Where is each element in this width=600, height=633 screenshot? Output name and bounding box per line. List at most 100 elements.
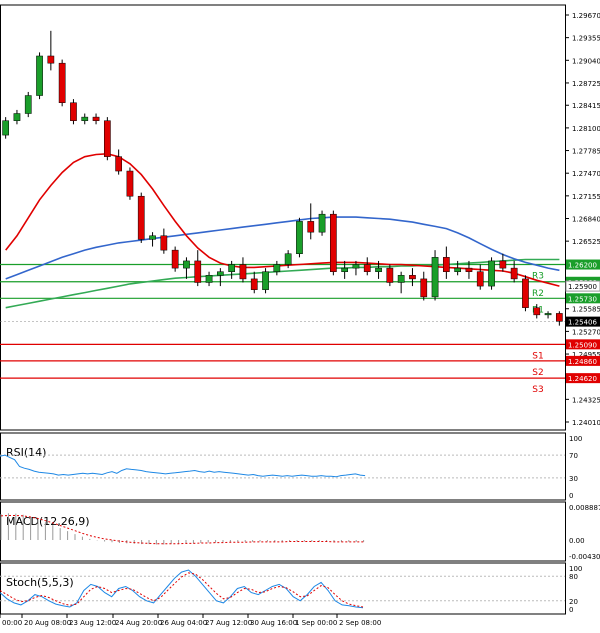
time-tick-label: 00:00 [2, 619, 22, 627]
price-tick-label: 1.28725 [572, 80, 600, 88]
candle-body [318, 213, 326, 233]
candle-body [510, 267, 518, 280]
candle-body [194, 260, 202, 283]
macd-plot-frame [0, 501, 566, 562]
time-tick-label: 2 Sep 08:00 [339, 619, 381, 627]
chart-stage: 1.29670 1.29355 1.29040 1.28725 1.28415 1.281… [0, 4, 600, 627]
level-name-s1: S1 [532, 351, 543, 361]
price-tick-label: 1.29355 [572, 35, 600, 43]
macd-tick-label: 0.008887 [569, 504, 600, 512]
price-tick-label: 1.29040 [572, 57, 600, 65]
candle-body [137, 195, 145, 240]
level-name-r2: R2 [532, 289, 544, 299]
candle-body [296, 221, 303, 254]
price-tick-label: 1.27470 [572, 170, 600, 178]
stoch-plot-frame [0, 562, 566, 615]
candle-body [476, 271, 484, 287]
stoch-title: Stoch(5,5,3) [6, 576, 74, 589]
level-price-label: 1.25730 [568, 295, 597, 303]
macd-tick-label: 0.00 [569, 537, 585, 545]
candle-body [465, 267, 473, 272]
price-panel: 1.29670 1.29355 1.29040 1.28725 1.28415 1.281… [0, 4, 600, 431]
rsi-tick-label: 70 [569, 452, 578, 460]
candle-body [250, 278, 258, 290]
candle-body [555, 313, 563, 322]
stoch-tick-label: 80 [569, 573, 578, 581]
candle-body [115, 156, 123, 172]
candle-body [454, 267, 462, 272]
level-price-label: 1.24620 [568, 375, 597, 383]
candle-body [171, 249, 179, 269]
candle-body [533, 307, 541, 316]
price-tick-label: 1.26840 [572, 216, 600, 224]
candle-body [81, 116, 89, 121]
candle-body [160, 235, 168, 251]
candle-body [149, 235, 156, 240]
level-name-s3: S3 [532, 385, 543, 395]
candle-body [228, 264, 236, 272]
price-tick-label: 1.27785 [572, 148, 600, 156]
candle-body [284, 253, 292, 265]
price-tick-label: 1.28415 [572, 102, 600, 110]
price-tick-label: 1.26525 [572, 238, 600, 246]
time-tick-label: 1 Sep 00:00 [295, 619, 337, 627]
candle-body [431, 257, 439, 298]
price-plot-frame [0, 4, 566, 431]
price-tick-label: 1.29670 [572, 12, 600, 20]
level-price-label: 1.25900 [568, 283, 597, 291]
stoch-tick-label: 20 [569, 598, 578, 606]
candle-body [239, 264, 247, 280]
candle-body [36, 55, 43, 96]
stoch-tick-label: 100 [569, 565, 582, 573]
level-price-label: 1.24860 [568, 358, 597, 366]
candle-body [442, 257, 450, 272]
candle-body [24, 95, 32, 114]
time-tick-label: 30 Aug 16:00 [250, 619, 297, 627]
price-tick-label: 1.24010 [572, 419, 600, 427]
candle-body [352, 264, 360, 269]
current-price-label: 1.25406 [568, 319, 597, 327]
candle-body [341, 267, 349, 272]
stoch-panel: Stoch(5,5,3) 10080 200 [0, 562, 582, 615]
rsi-title: RSI(14) [6, 446, 46, 459]
candle-body [262, 271, 269, 290]
price-tick-label: 1.24325 [572, 396, 600, 404]
candle-body [2, 120, 10, 136]
level-price-label: 1.26200 [568, 262, 597, 270]
level-name-s2: S2 [532, 368, 543, 378]
price-tick-label: 1.25270 [572, 328, 600, 336]
candle-body [488, 260, 495, 287]
time-tick-label: 20 Aug 08:00 [24, 619, 71, 627]
time-tick-label: 26 Aug 04:00 [160, 619, 207, 627]
candle-body [522, 278, 529, 308]
candle-body [363, 264, 371, 272]
candle-body [386, 267, 394, 283]
candle-body [13, 113, 21, 121]
candle-body [409, 275, 416, 280]
candle-body [420, 278, 428, 298]
rsi-panel: RSI(14) 100 70 30 0 [0, 432, 582, 501]
level-price-label: 1.25090 [568, 341, 597, 349]
candle-body [397, 275, 405, 283]
price-tick-label: 1.28100 [572, 125, 600, 133]
candle-body [307, 221, 315, 233]
macd-title: MACD(12,26,9) [6, 515, 90, 528]
candle-body [92, 116, 100, 121]
rsi-tick-label: 0 [569, 492, 573, 500]
stoch-tick-label: 0 [569, 606, 573, 614]
candle-body [126, 170, 134, 197]
candle-body [47, 55, 55, 64]
time-tick-label: 23 Aug 12:00 [69, 619, 116, 627]
time-tick-label: 24 Aug 20:00 [115, 619, 162, 627]
candle-body [103, 120, 111, 157]
macd-panel: MACD(12,26,9) 0.008887 0.00 -0.004303 [0, 501, 600, 562]
rsi-tick-label: 100 [569, 435, 582, 443]
price-tick-label: 1.27155 [572, 193, 600, 201]
candle-body [205, 275, 213, 283]
macd-tick-label: -0.004303 [569, 553, 600, 561]
candle-body [216, 271, 224, 276]
candle-body [273, 264, 281, 272]
rsi-tick-label: 30 [569, 475, 578, 483]
rsi-plot-frame [0, 432, 566, 501]
candle-body [183, 260, 190, 269]
